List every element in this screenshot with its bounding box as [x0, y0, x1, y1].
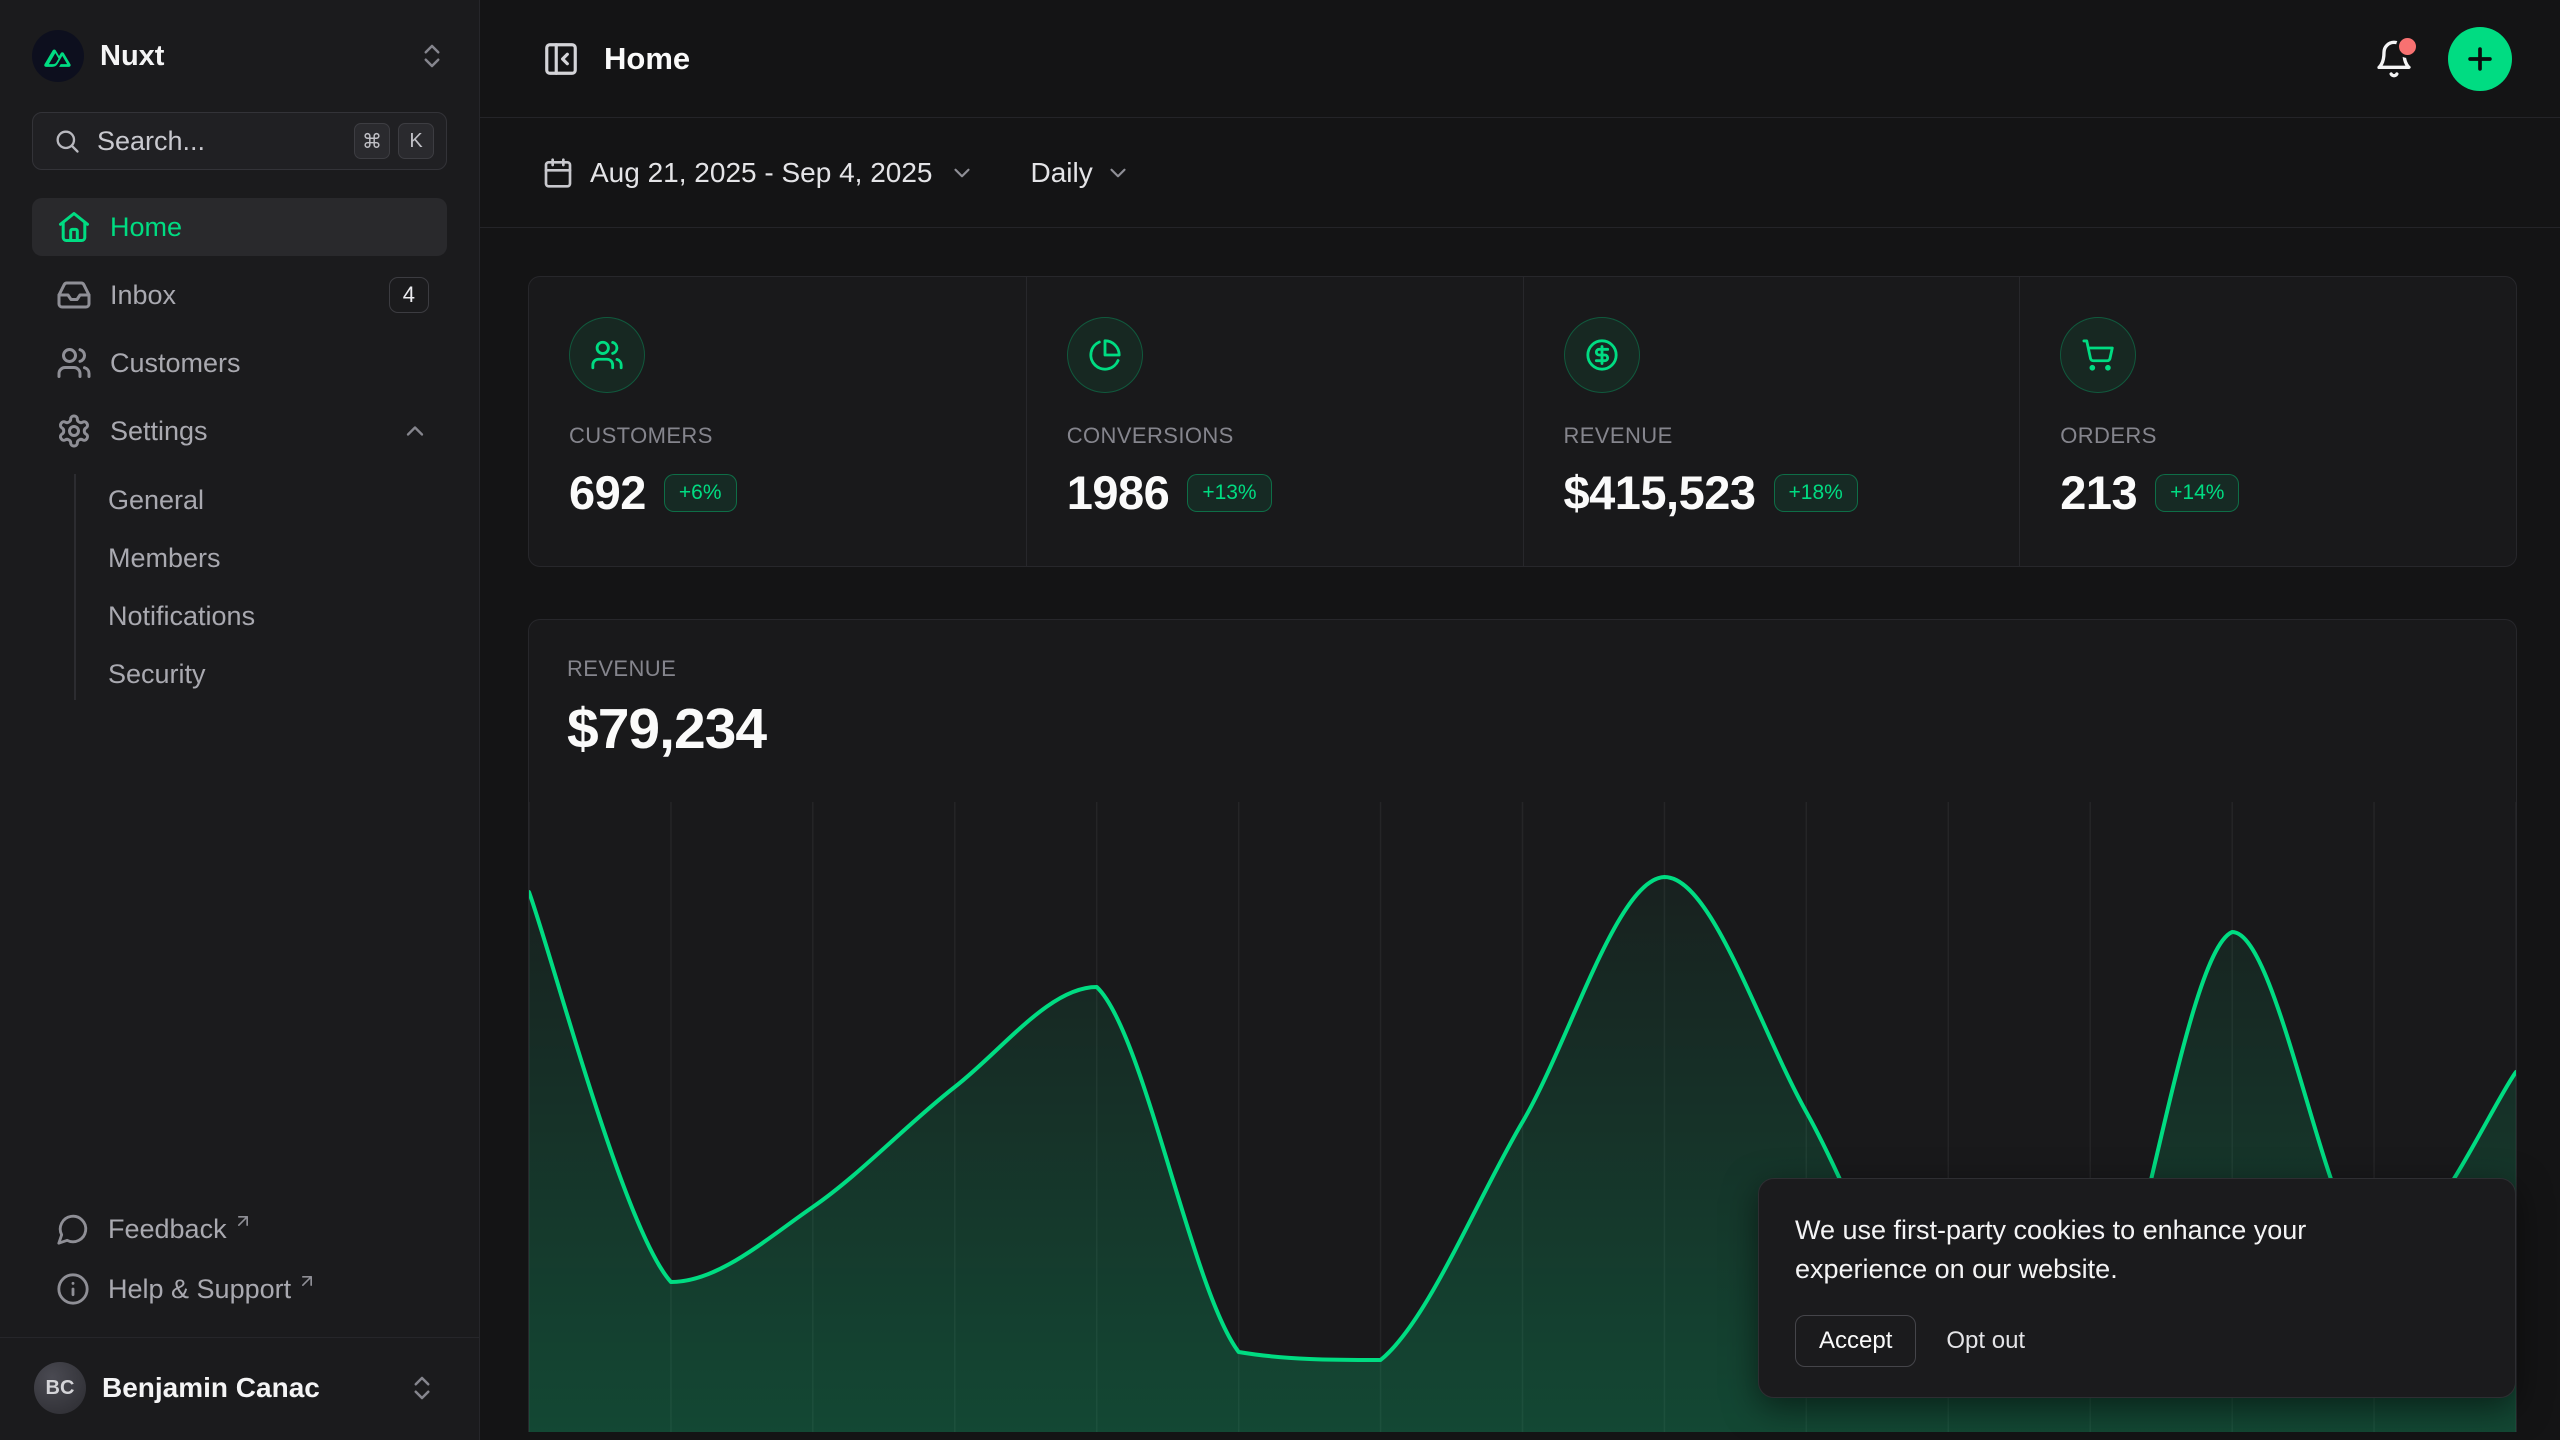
stats-card: CUSTOMERS 692 +6% CONVERSIONS 1986 +13%	[528, 276, 2517, 567]
sidebar-item-label: Settings	[110, 416, 208, 447]
revenue-chart-label: REVENUE	[567, 656, 2478, 682]
workspace-name: Nuxt	[100, 40, 417, 73]
filter-toolbar: Aug 21, 2025 - Sep 4, 2025 Daily	[480, 118, 2560, 228]
date-range-label: Aug 21, 2025 - Sep 4, 2025	[590, 157, 933, 189]
stat-label: CUSTOMERS	[569, 423, 986, 449]
chevron-up-icon	[401, 417, 429, 445]
user-section: BC Benjamin Canac	[0, 1337, 479, 1440]
chevron-down-icon	[949, 160, 975, 186]
stat-delta-badge: +6%	[664, 474, 737, 512]
inbox-count-badge: 4	[389, 277, 429, 313]
sidebar-item-general[interactable]: General	[108, 474, 447, 526]
help-support-link[interactable]: Help & Support	[32, 1263, 447, 1315]
search-icon	[53, 127, 81, 155]
cookie-banner: We use first-party cookies to enhance yo…	[1758, 1178, 2516, 1398]
sidebar-item-notifications[interactable]: Notifications	[108, 590, 447, 642]
external-link-icon	[297, 1271, 317, 1291]
settings-subnav: General Members Notifications Security	[74, 474, 447, 700]
help-support-label: Help & Support	[108, 1274, 291, 1305]
notifications-bell-icon[interactable]	[2374, 39, 2414, 79]
sidebar-item-home[interactable]: Home	[32, 198, 447, 256]
revenue-chart-value: $79,234	[567, 696, 2478, 762]
kbd-command: ⌘	[354, 123, 390, 159]
users-icon	[569, 317, 645, 393]
circle-dollar-icon	[1564, 317, 1640, 393]
stat-conversions[interactable]: CONVERSIONS 1986 +13%	[1026, 277, 1523, 566]
stat-delta-badge: +14%	[2155, 474, 2239, 512]
user-menu[interactable]: BC Benjamin Canac	[32, 1354, 447, 1422]
kbd-k: K	[398, 123, 434, 159]
chevrons-up-down-icon	[417, 41, 447, 71]
sidebar: Nuxt ⌘ K Home Inbox 4	[0, 0, 480, 1440]
stat-value: $415,523	[1564, 465, 1756, 520]
stat-label: REVENUE	[1564, 423, 1980, 449]
users-icon	[56, 345, 92, 381]
stat-label: ORDERS	[2060, 423, 2476, 449]
nuxt-logo	[32, 30, 84, 82]
chart-pie-icon	[1067, 317, 1143, 393]
sidebar-spacer	[0, 700, 479, 1203]
sidebar-item-label: Home	[110, 212, 182, 243]
chevron-down-icon	[1105, 160, 1131, 186]
granularity-select[interactable]: Daily	[1025, 147, 1137, 199]
cookie-message: We use first-party cookies to enhance yo…	[1795, 1211, 2425, 1289]
stat-value: 692	[569, 465, 646, 520]
accept-button[interactable]: Accept	[1795, 1315, 1916, 1367]
stat-orders[interactable]: ORDERS 213 +14%	[2019, 277, 2516, 566]
stat-revenue[interactable]: REVENUE $415,523 +18%	[1523, 277, 2020, 566]
feedback-label: Feedback	[108, 1214, 227, 1245]
stat-label: CONVERSIONS	[1067, 423, 1483, 449]
stat-delta-badge: +18%	[1774, 474, 1858, 512]
stat-delta-badge: +13%	[1187, 474, 1271, 512]
sidebar-item-label: Inbox	[110, 280, 176, 311]
sidebar-footer-links: Feedback Help & Support	[0, 1203, 479, 1315]
add-button[interactable]	[2448, 27, 2512, 91]
gear-icon	[56, 413, 92, 449]
sidebar-item-members[interactable]: Members	[108, 532, 447, 584]
chevrons-up-down-icon	[407, 1373, 437, 1403]
stat-customers[interactable]: CUSTOMERS 692 +6%	[529, 277, 1026, 566]
date-range-picker[interactable]: Aug 21, 2025 - Sep 4, 2025	[536, 147, 981, 199]
user-name: Benjamin Canac	[102, 1372, 407, 1404]
search-input[interactable]	[95, 125, 346, 158]
stat-value: 1986	[1067, 465, 1170, 520]
home-icon	[56, 209, 92, 245]
shopping-cart-icon	[2060, 317, 2136, 393]
external-link-icon	[233, 1211, 253, 1231]
top-header: Home	[480, 0, 2560, 118]
search-input-wrap[interactable]: ⌘ K	[32, 112, 447, 170]
opt-out-button[interactable]: Opt out	[1942, 1316, 2029, 1366]
sidebar-item-settings[interactable]: Settings	[32, 402, 447, 460]
page-title: Home	[604, 41, 690, 77]
message-bubble-icon	[56, 1212, 90, 1246]
sidebar-collapse-icon[interactable]	[536, 34, 586, 84]
sidebar-item-label: Customers	[110, 348, 241, 379]
sidebar-item-inbox[interactable]: Inbox 4	[32, 266, 447, 324]
calendar-icon	[542, 157, 574, 189]
sidebar-item-customers[interactable]: Customers	[32, 334, 447, 392]
topbar-actions	[2374, 27, 2512, 91]
feedback-link[interactable]: Feedback	[32, 1203, 447, 1255]
sidebar-nav: Home Inbox 4 Customers Settings Ge	[0, 198, 479, 700]
workspace-selector[interactable]: Nuxt	[0, 0, 479, 82]
stat-value: 213	[2060, 465, 2137, 520]
granularity-label: Daily	[1031, 157, 1093, 189]
sidebar-item-security[interactable]: Security	[108, 648, 447, 700]
avatar: BC	[34, 1362, 86, 1414]
inbox-icon	[56, 277, 92, 313]
info-circle-icon	[56, 1272, 90, 1306]
notification-unread-dot	[2396, 35, 2419, 58]
